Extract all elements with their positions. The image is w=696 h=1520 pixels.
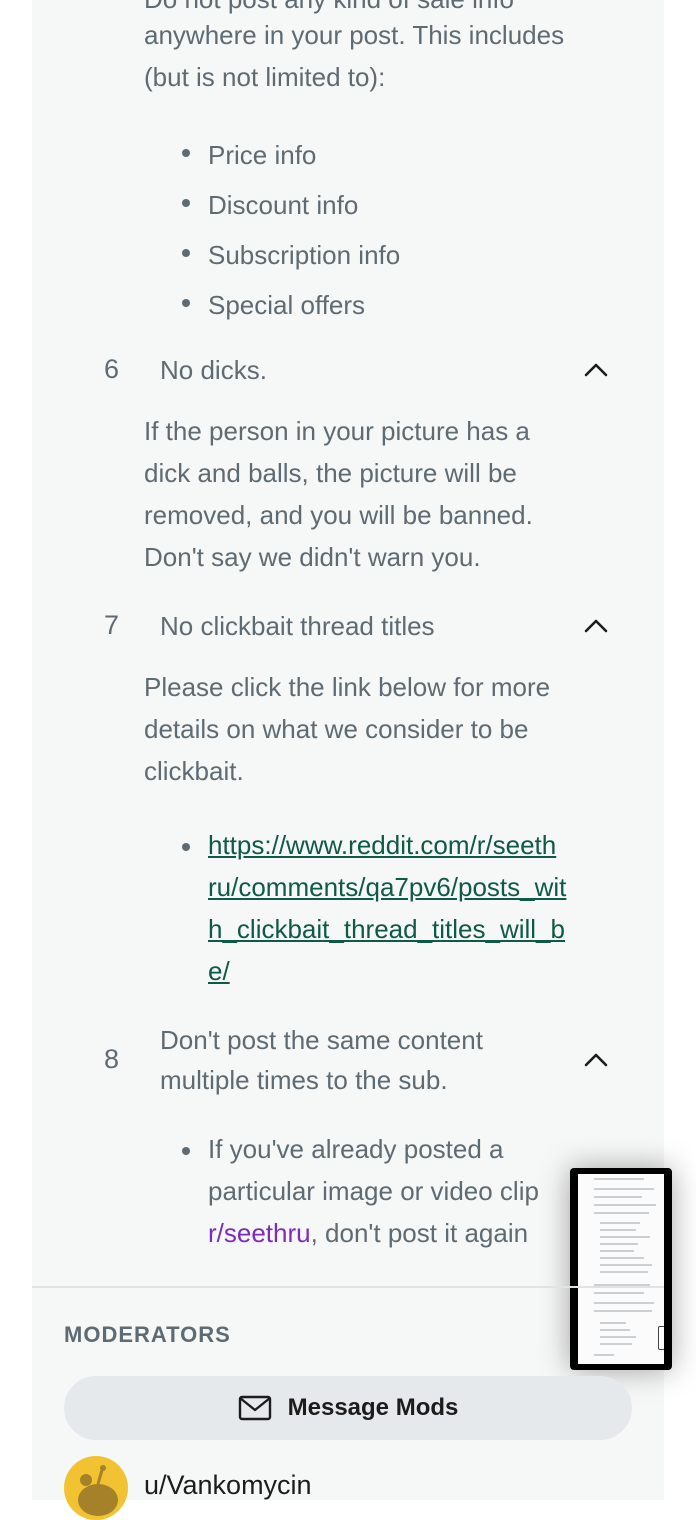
chevron-up-icon[interactable] (583, 1047, 609, 1073)
rule-title-line: Don't post the same content (160, 1025, 483, 1055)
list-item: https://www.reddit.com/r/seeth ru/commen… (176, 824, 566, 992)
bullet-text: particular image or video clip (208, 1176, 539, 1206)
rule-number: 7 (104, 610, 120, 640)
rule-number: 8 (104, 1044, 120, 1074)
bullet-text: If you've already posted a (208, 1134, 504, 1164)
chevron-up-icon[interactable] (583, 357, 609, 383)
link-line: https://www.reddit.com/r/seeth (208, 830, 557, 860)
rule7-body-line: Please click the link below for more (144, 672, 551, 702)
resize-handle[interactable] (658, 1326, 664, 1350)
rule-title-line: multiple times to the sub. (160, 1065, 448, 1095)
link-line: h_clickbait_thread_titles_will_b (208, 914, 565, 944)
rule5-body-line: anywhere in your post. This includes (144, 20, 565, 50)
rule6-body-line: dick and balls, the picture will be (144, 458, 517, 488)
link-line: ru/comments/qa7pv6/posts_wit (208, 872, 567, 902)
link-line: e/ (208, 956, 230, 986)
list-item: Discount info (176, 180, 400, 230)
subreddit-link[interactable]: r/seethru (208, 1218, 311, 1248)
chevron-up-icon[interactable] (583, 613, 609, 639)
snoo-avatar-icon (78, 1465, 118, 1516)
section-divider (32, 1286, 664, 1288)
rule5-bullet-list: Price info Discount info Subscription in… (176, 130, 400, 330)
rule7-link-list: https://www.reddit.com/r/seeth ru/commen… (176, 824, 566, 992)
rule-title: No dicks. (160, 355, 267, 385)
rule7-body-line: clickbait. (144, 756, 244, 786)
moderator-username[interactable]: u/Vankomycin (144, 1470, 312, 1501)
list-item: Subscription info (176, 230, 400, 280)
list-item: Price info (176, 130, 400, 180)
avatar[interactable] (64, 1456, 128, 1520)
rule5-body: anywhere in your post. This includes (bu… (144, 14, 564, 98)
rule-title: Don't post the same content multiple tim… (160, 1020, 483, 1100)
rule6-body: If the person in your picture has a dick… (144, 410, 533, 578)
rule7-body: Please click the link below for more det… (144, 666, 550, 792)
rule6-body-line: Don't say we didn't warn you. (144, 542, 481, 572)
rule6-body-line: removed, and you will be banned. (144, 500, 533, 530)
rule-title: No clickbait thread titles (160, 611, 435, 641)
bullet-text: , don't post it again (310, 1218, 529, 1248)
moderators-heading: MODERATORS (64, 1322, 231, 1347)
clickbait-rules-link[interactable]: https://www.reddit.com/r/seeth ru/commen… (208, 830, 566, 986)
list-item: If you've already posted a particular im… (176, 1128, 596, 1254)
message-mods-button[interactable]: Message Mods (64, 1376, 632, 1440)
rule8-bullet-list: If you've already posted a particular im… (176, 1128, 596, 1254)
preview-screen (578, 1174, 664, 1364)
rule-number: 6 (104, 354, 120, 384)
message-mods-label: Message Mods (287, 1394, 459, 1421)
rule7-body-line: details on what we consider to be (144, 714, 529, 744)
rule5-body-line: (but is not limited to): (144, 62, 386, 92)
list-item: Special offers (176, 280, 400, 330)
page-preview-thumbnail[interactable] (570, 1168, 672, 1370)
mail-icon (238, 1395, 271, 1421)
rule6-body-line: If the person in your picture has a (144, 416, 530, 446)
